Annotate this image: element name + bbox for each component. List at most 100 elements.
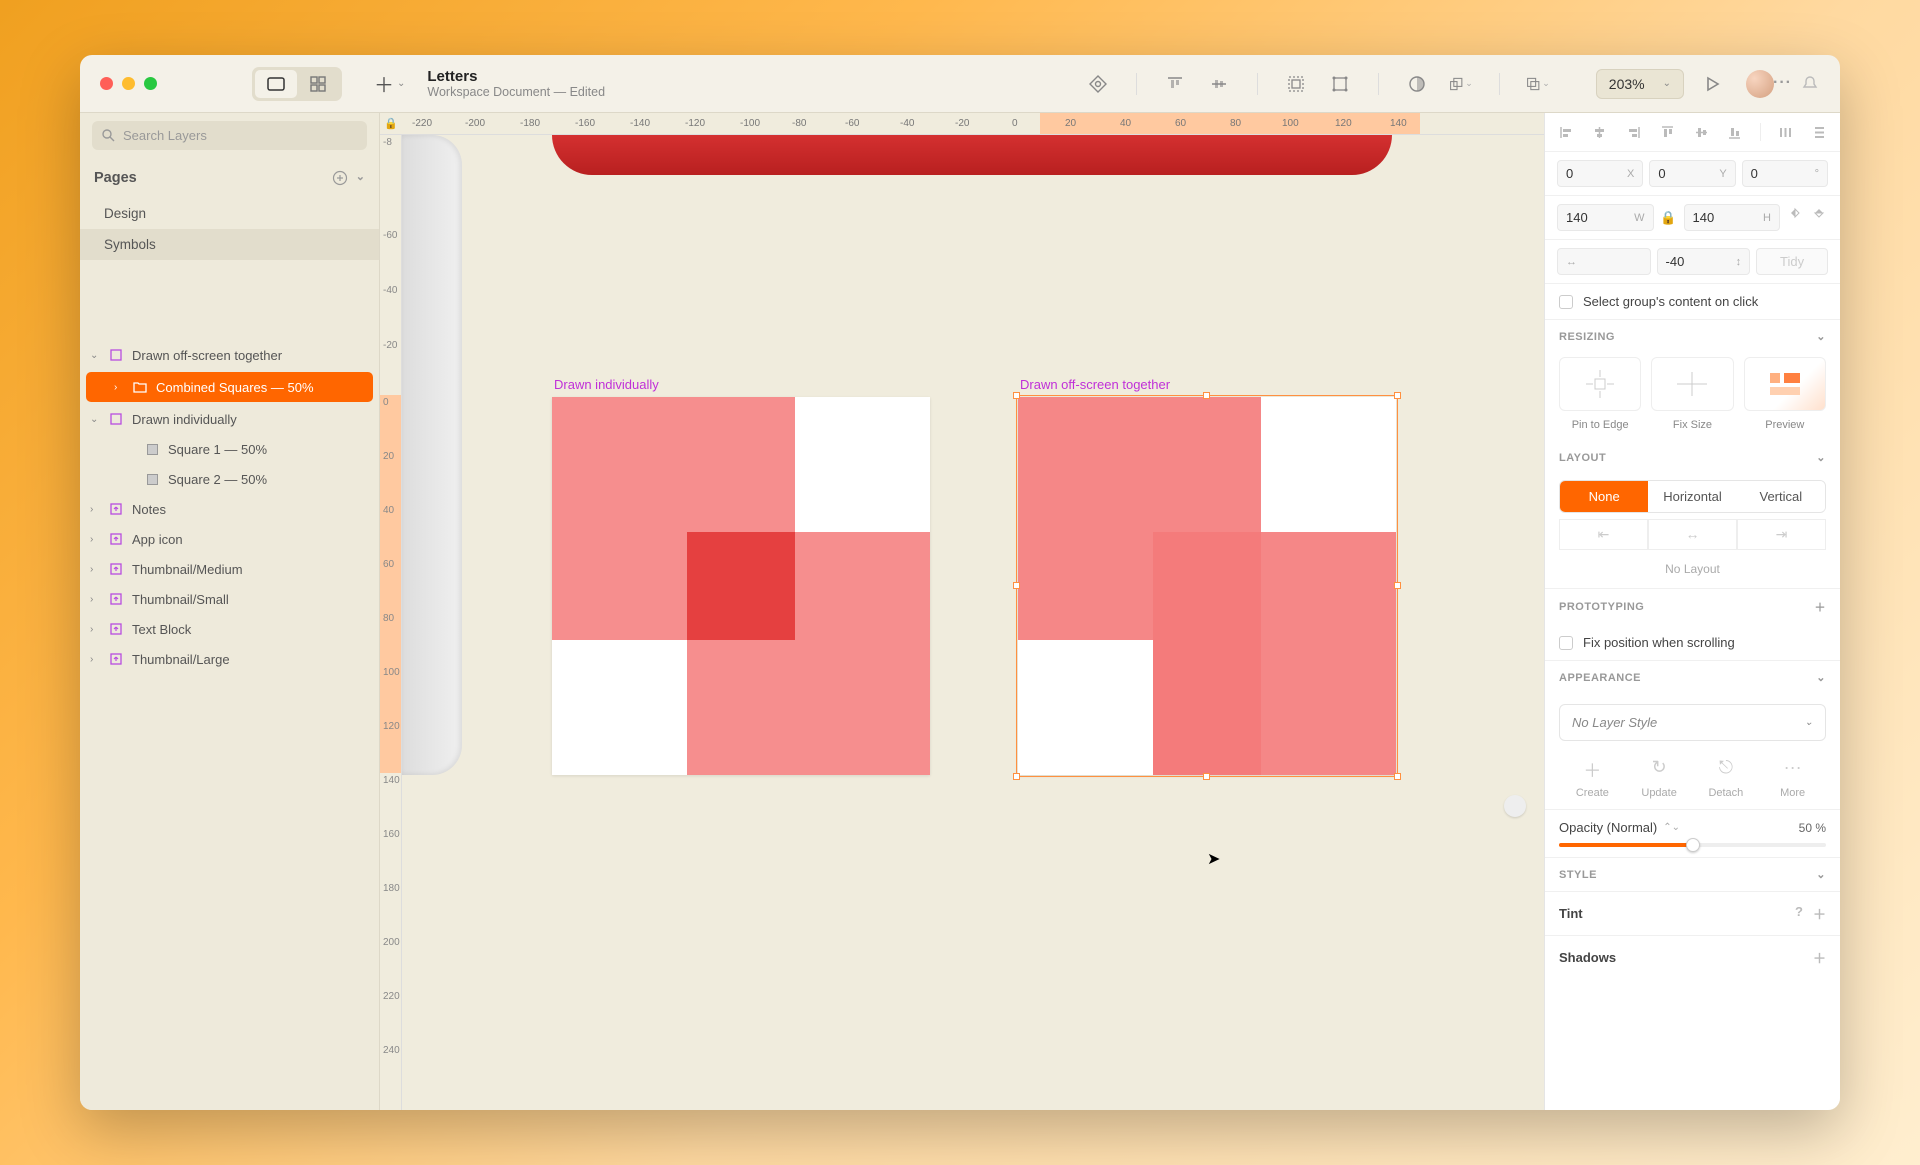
zoom-window[interactable] [144, 77, 157, 90]
fix-size[interactable] [1651, 357, 1733, 411]
page-item-design[interactable]: Design [80, 198, 379, 229]
artboard-label-1[interactable]: Drawn individually [554, 377, 659, 392]
checkbox[interactable] [1559, 636, 1573, 650]
layer-notes[interactable]: › Notes [80, 494, 379, 524]
width-field[interactable]: 140W [1557, 204, 1654, 231]
layout-horizontal[interactable]: Horizontal [1648, 481, 1736, 512]
vertical-ruler[interactable]: -8 -60 -40 -20 0 20 40 60 80 100 120 140… [380, 135, 402, 1110]
prototyping-header[interactable]: PROTOTYPING＋ [1545, 589, 1840, 625]
layout-none[interactable]: None [1560, 481, 1648, 512]
chevron-down-icon[interactable]: ⌄ [90, 414, 100, 425]
opacity-slider[interactable]: 50 % [1559, 843, 1826, 847]
chevron-right-icon[interactable]: › [114, 382, 124, 393]
scale-icon[interactable]: ⌄ [1449, 72, 1473, 96]
canvas[interactable]: Drawn individually Drawn off-screen toge… [402, 135, 1544, 1110]
selection-handle[interactable] [1013, 582, 1020, 589]
chevron-right-icon[interactable]: › [90, 504, 100, 515]
style-more-icon[interactable]: ··· [1759, 757, 1826, 783]
layer-combined-squares[interactable]: › Combined Squares — 50% [86, 372, 373, 402]
layout-align-start[interactable]: ⇤ [1559, 519, 1648, 550]
height-field[interactable]: 140H [1684, 204, 1781, 231]
align-left-icon[interactable] [1557, 123, 1575, 141]
chevron-right-icon[interactable]: › [90, 564, 100, 575]
add-icon[interactable]: ＋ [1815, 599, 1827, 615]
group-icon[interactable] [1284, 72, 1308, 96]
transform-icon[interactable] [1328, 72, 1352, 96]
hgap-field[interactable]: ↔ [1557, 248, 1651, 275]
resizing-header[interactable]: RESIZING⌄ [1545, 320, 1840, 353]
layout-align-center[interactable]: ↔ [1648, 519, 1737, 550]
add-icon[interactable]: ＋ [1813, 904, 1826, 923]
collapse-pages-icon[interactable]: ⌄ [356, 170, 365, 186]
chevron-right-icon[interactable]: › [90, 534, 100, 545]
selection-handle[interactable] [1394, 392, 1401, 399]
ruler-lock-icon[interactable]: 🔒 [384, 117, 398, 130]
x-field[interactable]: 0X [1557, 160, 1643, 187]
boolean-icon[interactable]: ⌄ [1526, 72, 1550, 96]
align-right-icon[interactable] [1625, 123, 1643, 141]
selection-handle[interactable] [1203, 773, 1210, 780]
appearance-header[interactable]: APPEARANCE⌄ [1545, 661, 1840, 694]
tidy-button[interactable]: Tidy [1756, 248, 1828, 275]
align-bottom-icon[interactable] [1726, 123, 1744, 141]
align-hcenter-icon[interactable] [1591, 123, 1609, 141]
distribute-v-icon[interactable] [1810, 123, 1828, 141]
pin-to-edge[interactable] [1559, 357, 1641, 411]
y-field[interactable]: 0Y [1649, 160, 1735, 187]
symbol-tool-icon[interactable] [1086, 72, 1110, 96]
align-top-icon[interactable] [1658, 123, 1676, 141]
red-bar-shape[interactable] [552, 135, 1392, 175]
chevron-down-icon[interactable]: ⌄ [1816, 330, 1826, 343]
opacity-label-row[interactable]: Opacity (Normal) ⌃⌄ [1559, 820, 1826, 835]
style-create-icon[interactable]: ＋ [1559, 757, 1626, 783]
chevron-down-icon[interactable]: ⌄ [1816, 868, 1826, 881]
selection-handle[interactable] [1394, 582, 1401, 589]
horizontal-ruler[interactable]: 🔒 -220 -200 -180 -160 -140 -120 -100 -80… [380, 113, 1544, 135]
layer-artboard-offscreen[interactable]: ⌄ Drawn off-screen together [80, 340, 379, 370]
chevron-down-icon[interactable]: ⌄ [1816, 671, 1826, 684]
layout-vertical[interactable]: Vertical [1737, 481, 1825, 512]
close-window[interactable] [100, 77, 113, 90]
selection-handle[interactable] [1013, 773, 1020, 780]
selection-handle[interactable] [1013, 392, 1020, 399]
layer-square2[interactable]: Square 2 — 50% [80, 464, 379, 494]
style-update-icon[interactable]: ↻ [1626, 757, 1693, 783]
slider-knob[interactable] [1686, 838, 1700, 852]
page-item-symbols[interactable]: Symbols [80, 229, 379, 260]
layer-thumb-medium[interactable]: › Thumbnail/Medium [80, 554, 379, 584]
components-view-button[interactable] [297, 70, 339, 98]
rotation-field[interactable]: 0° [1742, 160, 1828, 187]
layer-style-select[interactable]: No Layer Style⌄ [1559, 704, 1826, 741]
align-top-icon[interactable] [1163, 72, 1187, 96]
flip-h-icon[interactable] [1786, 204, 1804, 222]
style-section-header[interactable]: STYLE⌄ [1545, 857, 1840, 891]
notifications-icon[interactable] [1798, 72, 1822, 96]
minimize-window[interactable] [122, 77, 135, 90]
style-detach-icon[interactable]: ⎋ [1693, 757, 1760, 783]
select-group-content-row[interactable]: Select group's content on click [1545, 284, 1840, 320]
layer-artboard-individual[interactable]: ⌄ Drawn individually [80, 404, 379, 434]
document-title-block[interactable]: Letters Workspace Document — Edited [427, 68, 605, 99]
artboard-label-2[interactable]: Drawn off-screen together [1020, 377, 1170, 392]
align-vcenter-icon[interactable] [1692, 123, 1710, 141]
resize-preview[interactable] [1744, 357, 1826, 411]
layer-textblock[interactable]: › Text Block [80, 614, 379, 644]
selection-handle[interactable] [1394, 773, 1401, 780]
chevron-right-icon[interactable]: › [90, 624, 100, 635]
mask-icon[interactable] [1405, 72, 1429, 96]
layer-square1[interactable]: Square 1 — 50% [80, 434, 379, 464]
artboard-individual[interactable] [552, 397, 930, 775]
align-middle-icon[interactable] [1207, 72, 1231, 96]
vgap-field[interactable]: -40↕ [1657, 248, 1751, 275]
lock-aspect-icon[interactable]: 🔒 [1660, 209, 1678, 227]
search-layers-input[interactable]: Search Layers [92, 121, 367, 150]
preview-play-icon[interactable] [1700, 72, 1724, 96]
chevron-down-icon[interactable]: ⌄ [1816, 451, 1826, 464]
chevron-down-icon[interactable]: ⌄ [90, 350, 100, 361]
chevron-right-icon[interactable]: › [90, 594, 100, 605]
layer-thumb-small[interactable]: › Thumbnail/Small [80, 584, 379, 614]
fix-position-row[interactable]: Fix position when scrolling [1545, 625, 1840, 661]
flip-v-icon[interactable] [1810, 204, 1828, 222]
canvas-view-button[interactable] [255, 70, 297, 98]
add-page-icon[interactable] [332, 170, 348, 186]
